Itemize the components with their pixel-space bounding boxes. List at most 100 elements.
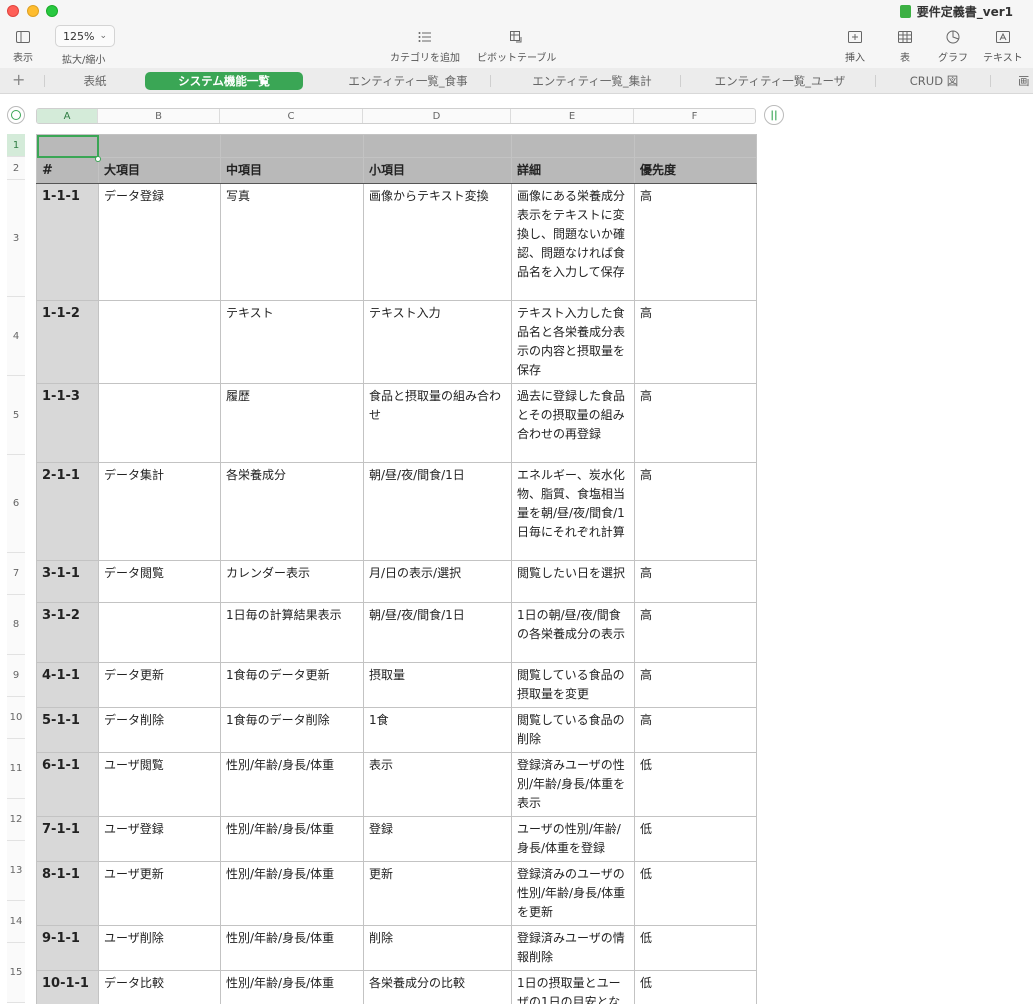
header-cell-middle[interactable]: 中項目 (220, 157, 364, 184)
cell-detail[interactable]: 閲覧している食品の削除 (511, 707, 635, 753)
cell-detail[interactable]: 1日の摂取量とユーザの1日の目安となる摂取量を比較 (511, 970, 635, 1004)
header-cell-detail[interactable]: 詳細 (511, 157, 635, 184)
row-header-1[interactable]: 1 (7, 134, 25, 157)
cell-id[interactable]: 7-1-1 (36, 816, 99, 862)
selection-handle[interactable] (95, 156, 101, 162)
header-cell-priority[interactable]: 優先度 (634, 157, 757, 184)
cell-detail[interactable]: エネルギー、炭水化物、脂質、食塩相当量を朝/昼/夜/間食/1日毎にそれぞれ計算 (511, 462, 635, 561)
column-header-e[interactable]: E (511, 109, 634, 123)
column-header-a[interactable]: A (37, 109, 98, 123)
column-header-d[interactable]: D (363, 109, 511, 123)
cell-middle[interactable]: 各栄養成分 (220, 462, 364, 561)
cell-id[interactable]: 1-1-1 (36, 183, 99, 301)
row-header-12[interactable]: 12 (7, 799, 25, 841)
cell-priority[interactable]: 高 (634, 300, 757, 384)
header-cell-minor[interactable]: 小項目 (363, 157, 512, 184)
cell-detail[interactable]: 登録済みユーザの性別/年齢/身長/体重を表示 (511, 752, 635, 817)
cell-id[interactable]: 6-1-1 (36, 752, 99, 817)
cell-priority[interactable]: 高 (634, 662, 757, 708)
row-header-7[interactable]: 7 (7, 553, 25, 595)
cell-priority[interactable]: 低 (634, 861, 757, 926)
cell-id[interactable]: 1-1-2 (36, 300, 99, 384)
cell-priority[interactable]: 高 (634, 462, 757, 561)
select-table-button[interactable] (7, 106, 25, 124)
cell-id[interactable]: 5-1-1 (36, 707, 99, 753)
row-header-13[interactable]: 13 (7, 841, 25, 901)
cell-middle[interactable]: 1食毎のデータ更新 (220, 662, 364, 708)
cell-detail[interactable]: 過去に登録した食品とその摂取量の組み合わせの再登録 (511, 383, 635, 463)
tab-crud-diagram[interactable]: CRUD 図 (885, 72, 983, 90)
row-header-15[interactable]: 15 (7, 943, 25, 1003)
cell-id[interactable]: 2-1-1 (36, 462, 99, 561)
cell-id[interactable]: 4-1-1 (36, 662, 99, 708)
cell-middle[interactable]: 性別/年齢/身長/体重 (220, 925, 364, 971)
column-header-b[interactable]: B (98, 109, 220, 123)
maximize-window-button[interactable] (46, 5, 58, 17)
cell-middle[interactable]: 性別/年齢/身長/体重 (220, 970, 364, 1004)
cell-detail[interactable]: ユーザの性別/年齢/身長/体重を登録 (511, 816, 635, 862)
pivot-table-button[interactable]: ピボットテーブル (477, 28, 556, 64)
cell-minor[interactable]: 朝/昼/夜/間食/1日 (363, 602, 512, 663)
cell-minor[interactable]: 摂取量 (363, 662, 512, 708)
minimize-window-button[interactable] (27, 5, 39, 17)
cell-detail[interactable]: 閲覧している食品の摂取量を変更 (511, 662, 635, 708)
cell-minor[interactable]: 更新 (363, 861, 512, 926)
row-header-4[interactable]: 4 (7, 297, 25, 376)
row-header-9[interactable]: 9 (7, 655, 25, 697)
cell-c1[interactable] (220, 134, 364, 158)
row-header-14[interactable]: 14 (7, 901, 25, 943)
cell-a1[interactable] (36, 134, 99, 158)
tab-overflow[interactable]: 画 (1018, 72, 1033, 90)
cell-minor[interactable]: 削除 (363, 925, 512, 971)
cell-major[interactable]: ユーザ閲覧 (98, 752, 221, 817)
add-category-button[interactable]: カテゴリを追加 (390, 28, 460, 64)
cell-id[interactable]: 10-1-1 (36, 970, 99, 1004)
cell-priority[interactable]: 高 (634, 183, 757, 301)
cell-major[interactable] (98, 383, 221, 463)
cell-d1[interactable] (363, 134, 512, 158)
cell-middle[interactable]: 写真 (220, 183, 364, 301)
cell-id[interactable]: 3-1-1 (36, 560, 99, 603)
cell-detail[interactable]: テキスト入力した食品名と各栄養成分表示の内容と摂取量を保存 (511, 300, 635, 384)
tab-cover[interactable]: 表紙 (70, 72, 120, 90)
cell-major[interactable]: データ比較 (98, 970, 221, 1004)
insert-button[interactable]: 挿入 (845, 28, 865, 64)
cell-major[interactable]: データ閲覧 (98, 560, 221, 603)
row-header-10[interactable]: 10 (7, 697, 25, 739)
column-header-f[interactable]: F (634, 109, 755, 123)
cell-major[interactable]: ユーザ登録 (98, 816, 221, 862)
cell-detail[interactable]: 登録済みユーザの情報削除 (511, 925, 635, 971)
cell-minor[interactable]: 表示 (363, 752, 512, 817)
cell-middle[interactable]: カレンダー表示 (220, 560, 364, 603)
cell-detail[interactable]: 登録済みのユーザの性別/年齢/身長/体重を更新 (511, 861, 635, 926)
table-button[interactable]: 表 (898, 28, 912, 64)
cell-major[interactable]: データ削除 (98, 707, 221, 753)
cell-f1[interactable] (634, 134, 757, 158)
cell-priority[interactable]: 低 (634, 970, 757, 1004)
cell-minor[interactable]: 朝/昼/夜/間食/1日 (363, 462, 512, 561)
view-button[interactable]: 表示 (13, 28, 33, 64)
cell-middle[interactable]: 性別/年齢/身長/体重 (220, 816, 364, 862)
cell-middle[interactable]: 性別/年齢/身長/体重 (220, 861, 364, 926)
cell-id[interactable]: 8-1-1 (36, 861, 99, 926)
cell-major[interactable]: データ更新 (98, 662, 221, 708)
row-header-2[interactable]: 2 (7, 157, 25, 180)
zoom-dropdown[interactable]: 125% ⌄ (55, 25, 115, 47)
cell-major[interactable] (98, 602, 221, 663)
cell-middle[interactable]: 1食毎のデータ削除 (220, 707, 364, 753)
cell-middle[interactable]: テキスト (220, 300, 364, 384)
cell-priority[interactable]: 低 (634, 925, 757, 971)
cell-minor[interactable]: 各栄養成分の比較 (363, 970, 512, 1004)
cell-major[interactable]: ユーザ削除 (98, 925, 221, 971)
cell-minor[interactable]: 月/日の表示/選択 (363, 560, 512, 603)
cell-e1[interactable] (511, 134, 635, 158)
tab-entity-summary[interactable]: エンティティ一覧_集計 (502, 72, 682, 90)
row-header-6[interactable]: 6 (7, 455, 25, 553)
cell-major[interactable]: ユーザ更新 (98, 861, 221, 926)
cell-priority[interactable]: 低 (634, 752, 757, 817)
cell-id[interactable]: 1-1-3 (36, 383, 99, 463)
cell-detail[interactable]: 閲覧したい日を選択 (511, 560, 635, 603)
chart-button[interactable]: グラフ (938, 28, 968, 64)
cell-priority[interactable]: 高 (634, 602, 757, 663)
cell-priority[interactable]: 高 (634, 560, 757, 603)
